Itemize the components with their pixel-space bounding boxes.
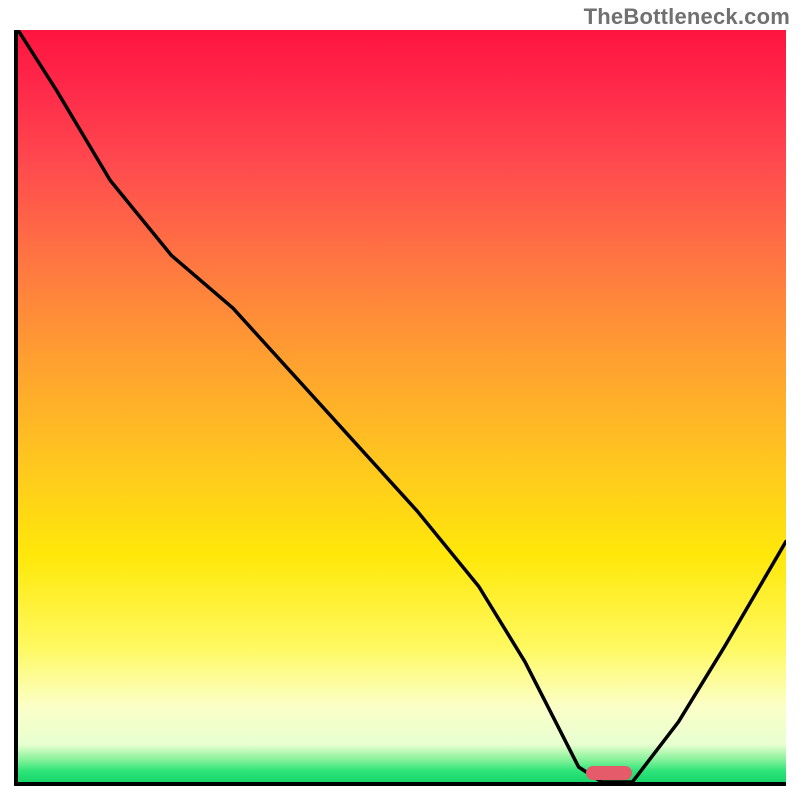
bottleneck-chart: TheBottleneck.com [0,0,800,800]
watermark-text: TheBottleneck.com [584,4,790,30]
curve-layer [18,30,786,782]
plot-area [14,30,786,786]
bottleneck-curve-path [18,30,786,782]
optimal-range-marker [586,766,632,780]
